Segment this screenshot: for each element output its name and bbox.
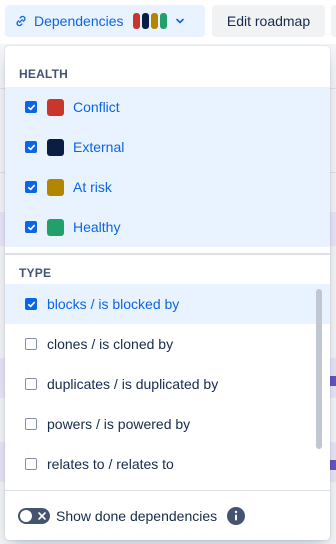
roadmap-toolbar: Dependencies Edit roadmap	[0, 0, 336, 44]
chevron-down-icon	[175, 18, 184, 24]
type-option-blocks[interactable]: blocks / is blocked by	[5, 284, 330, 324]
check-icon	[27, 104, 35, 110]
external-color-square	[47, 138, 64, 156]
dependencies-button[interactable]: Dependencies	[5, 5, 205, 37]
check-icon	[27, 301, 35, 307]
at-risk-color-square	[47, 178, 64, 196]
checkbox[interactable]	[25, 418, 37, 430]
option-label: blocks / is blocked by	[47, 296, 180, 312]
option-label: duplicates / is duplicated by	[47, 376, 219, 392]
toggle-knob	[20, 509, 32, 522]
section-divider	[5, 253, 330, 255]
health-option-external[interactable]: External	[5, 127, 330, 167]
type-option-clones[interactable]: clones / is cloned by	[5, 324, 330, 364]
checkbox[interactable]	[25, 298, 37, 310]
show-done-label: Show done dependencies	[56, 507, 218, 524]
health-option-healthy[interactable]: Healthy	[5, 207, 330, 247]
conflict-color-square	[47, 98, 64, 116]
type-list-scrollbar[interactable]	[316, 289, 322, 449]
dependencies-label: Dependencies	[34, 13, 124, 29]
checkbox[interactable]	[25, 141, 37, 153]
check-icon	[27, 224, 35, 230]
option-label: Healthy	[73, 219, 121, 235]
swatch-conflict	[132, 13, 140, 29]
option-label: At risk	[73, 179, 112, 195]
check-icon	[27, 144, 35, 150]
option-label: powers / is powered by	[47, 416, 191, 432]
swatch-healthy	[159, 13, 167, 29]
popup-footer: Show done dependencies	[5, 491, 330, 540]
type-option-relates[interactable]: relates to / relates to	[5, 444, 330, 484]
swatch-at-risk	[150, 13, 158, 29]
more-button[interactable]	[331, 5, 336, 37]
health-option-conflict[interactable]: Conflict	[5, 87, 330, 127]
check-icon	[27, 184, 35, 190]
checkbox[interactable]	[25, 181, 37, 193]
type-heading: TYPE	[19, 266, 52, 280]
option-label: External	[73, 139, 125, 155]
health-swatches	[132, 13, 167, 29]
type-option-powers[interactable]: powers / is powered by	[5, 404, 330, 444]
checkbox[interactable]	[25, 221, 37, 233]
dependencies-dropdown: HEALTH Conflict External At risk Healthy…	[5, 46, 330, 540]
health-option-at-risk[interactable]: At risk	[5, 167, 330, 207]
checkbox[interactable]	[25, 378, 37, 390]
close-icon	[38, 511, 46, 520]
swatch-external	[141, 13, 149, 29]
option-label: Conflict	[73, 99, 120, 115]
checkbox[interactable]	[25, 338, 37, 350]
link-icon	[16, 15, 26, 27]
type-option-duplicates[interactable]: duplicates / is duplicated by	[5, 364, 330, 404]
healthy-color-square	[47, 218, 64, 236]
option-label: clones / is cloned by	[47, 336, 174, 352]
option-label: relates to / relates to	[47, 456, 174, 472]
checkbox[interactable]	[25, 458, 37, 470]
checkbox[interactable]	[25, 101, 37, 113]
edit-roadmap-button[interactable]: Edit roadmap	[212, 5, 325, 37]
health-heading: HEALTH	[19, 67, 68, 81]
info-icon[interactable]	[226, 506, 246, 526]
show-done-toggle[interactable]	[18, 507, 50, 524]
